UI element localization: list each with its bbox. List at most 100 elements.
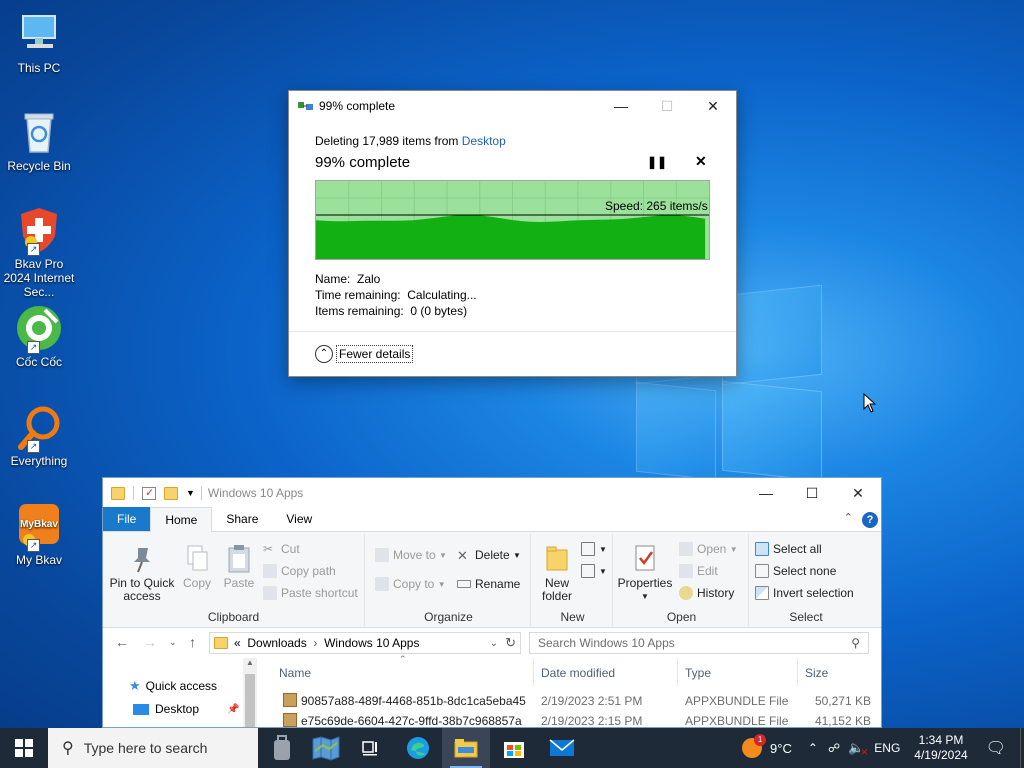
address-dropdown-icon[interactable]: ⌄ [490,638,498,649]
address-box[interactable]: « Downloads › Windows 10 Apps ⌄ ↻ [209,632,521,654]
copy-button[interactable]: Copy [177,544,217,590]
taskbar-app-file-explorer[interactable] [442,728,490,768]
desktop-icon-this-pc[interactable]: This PC [2,10,76,75]
network-icon[interactable]: ☍ [828,741,840,755]
select-all-button[interactable]: Select all [755,542,822,556]
volume-muted-icon[interactable]: 🔈 ✕ [848,740,868,757]
close-button[interactable]: ✕ [835,478,881,508]
properties-check-icon[interactable]: ✓ [142,486,156,500]
delete-progress-dialog: 99% complete — ☐ ✕ Deleting 17,989 items… [288,90,737,377]
edit-button[interactable]: Edit [679,564,718,578]
desktop-icon-recycle-bin[interactable]: Recycle Bin [2,108,76,173]
navigation-scrollbar[interactable]: ▲ [243,658,257,727]
breadcrumb-current[interactable]: Windows 10 Apps [324,636,419,650]
minimize-button[interactable]: — [598,91,644,121]
source-location-link[interactable]: Desktop [462,134,506,148]
tab-home[interactable]: Home [150,507,213,532]
copy-to-button[interactable]: Copy to ▼ [375,577,446,591]
close-button[interactable]: ✕ [690,91,736,121]
show-desktop-button[interactable] [1020,728,1024,768]
paste-shortcut-button[interactable]: Paste shortcut [263,586,358,600]
computer-icon [15,10,63,58]
clock[interactable]: 1:34 PM 4/19/2024 [914,733,967,763]
scroll-up-icon[interactable]: ▲ [246,658,254,667]
rename-button[interactable]: Rename [457,577,520,591]
history-button[interactable]: History [679,586,734,600]
select-none-label: Select none [773,564,837,578]
desktop-icon-coc-coc[interactable]: ↗ Cốc Cốc [2,304,76,369]
new-folder-button[interactable]: New folder [537,544,577,603]
cancel-operation-icon[interactable]: ✕ [695,153,707,170]
file-row[interactable]: 90857a88-489f-4468-851b-8dc1ca5eba45 2/1… [279,691,881,711]
start-button[interactable] [0,728,48,768]
taskbar-app-maps[interactable] [306,728,346,768]
tab-share[interactable]: Share [212,507,272,531]
new-item-icon [581,542,595,556]
scrollbar-thumb[interactable] [245,674,255,727]
edge-icon [407,737,429,759]
show-hidden-icons-icon[interactable]: ⌃ [808,741,818,755]
desktop-icon-label: Bkav Pro 2024 Internet Sec... [3,257,75,299]
new-item-button[interactable]: ▼ [581,542,607,556]
delete-button[interactable]: ✕ Delete ▼ [457,548,521,563]
open-group-label: Open [666,610,697,624]
taskbar-search-box[interactable]: ⚲ Type here to search [48,728,258,768]
maximize-button[interactable]: ☐ [789,478,835,508]
windows-logo-icon [15,739,33,757]
tab-file[interactable]: File [103,507,151,531]
taskbar-app-luggage[interactable] [258,728,306,768]
file-row[interactable]: e75c69de-6604-427c-9ffd-38b7c968857a 2/1… [279,711,881,728]
delete-label: Delete [475,548,510,562]
fewer-details-button[interactable]: ⌃ Fewer details [315,345,414,363]
invert-selection-button[interactable]: Invert selection [755,586,854,600]
properties-button[interactable]: Properties ▼ [617,544,673,603]
magnifier-orange-icon: ↗ [15,403,63,453]
back-arrow-icon[interactable]: ← [115,634,129,650]
minimize-button[interactable]: — [743,478,789,508]
nav-quick-access[interactable]: ★ Quick access [129,678,217,694]
navigation-pane: ★ Quick access Desktop 📌 ▲ [103,658,259,727]
tab-view[interactable]: View [272,507,326,531]
copy-path-button[interactable]: Copy path [263,564,336,578]
recent-locations-icon[interactable]: ⌄ [169,637,177,648]
dialog-titlebar[interactable]: 99% complete — ☐ ✕ [289,91,736,121]
select-none-button[interactable]: Select none [755,564,836,578]
file-size: 41,152 KB [814,714,871,728]
copy-to-label: Copy to [393,577,435,591]
cut-button[interactable]: ✂ Cut [263,542,300,556]
file-size: 50,271 KB [814,694,871,708]
language-indicator[interactable]: ENG [874,741,900,755]
up-arrow-icon[interactable]: ↑ [189,634,196,650]
customize-toolbar-icon[interactable]: ▼ [186,488,195,498]
wallpaper-logo-pane [636,381,716,481]
easy-access-button[interactable]: ▼ [581,564,607,578]
taskbar-app-store[interactable] [490,728,538,768]
desktop-icon-my-bkav[interactable]: MyBkav ↗ My Bkav [2,502,76,567]
paste-button[interactable]: Paste [219,544,259,590]
task-view-button[interactable] [346,728,394,768]
new-folder-icon[interactable] [164,486,178,500]
breadcrumb-downloads[interactable]: Downloads [247,636,306,650]
search-input[interactable]: Search Windows 10 Apps ⚲ [529,632,869,654]
open-button[interactable]: Open ▼ [679,542,738,556]
help-icon[interactable]: ? [862,512,878,528]
pin-quick-access-button[interactable]: Pin to Quick access [107,544,177,603]
notifications-icon[interactable]: 🗨 [986,738,1006,758]
collapse-ribbon-icon[interactable]: ⌃ [844,511,853,524]
taskbar-app-mail[interactable] [538,728,586,768]
taskbar-app-edge[interactable] [394,728,442,768]
move-to-button[interactable]: Move to ▼ [375,548,447,562]
refresh-icon[interactable]: ↻ [505,635,516,651]
column-header-size[interactable]: Size [805,666,828,680]
paste-clipboard-icon [225,544,253,574]
desktop-icon-everything[interactable]: ↗ Everything [2,403,76,468]
weather-widget[interactable]: 1 9°C [742,734,792,758]
wallpaper-logo-pane [722,380,822,482]
explorer-titlebar[interactable]: ✓ ▼ Windows 10 Apps — ☐ ✕ [103,478,881,508]
column-header-date[interactable]: Date modified [541,666,615,680]
pause-icon[interactable]: ❚❚ [647,155,667,169]
desktop-icon-bkav-pro[interactable]: ↗ Bkav Pro 2024 Internet Sec... [2,206,76,299]
column-header-name[interactable]: Name [279,666,311,680]
column-header-type[interactable]: Type [685,666,711,680]
nav-desktop[interactable]: Desktop [133,702,199,716]
